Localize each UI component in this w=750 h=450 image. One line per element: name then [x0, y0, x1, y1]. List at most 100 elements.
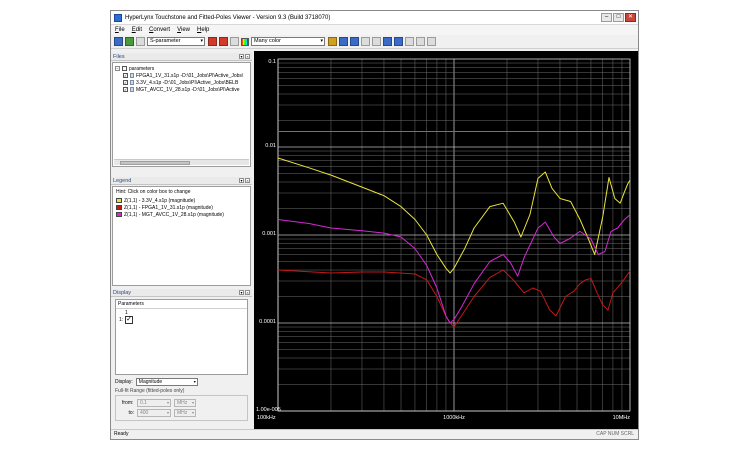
open-file-icon[interactable] — [114, 37, 123, 46]
uncheck-icon[interactable] — [230, 37, 239, 46]
from-value-input[interactable]: 0.1 ▾ — [137, 399, 171, 407]
menu-bar: File Edit Convert View Help — [111, 25, 638, 35]
y-tick-label: 0.001 — [262, 231, 276, 237]
tree-item[interactable]: ✓ FPGA1_1V_31.s1p -D:\01_Jobs\PI\Active_… — [115, 72, 248, 79]
x-tick-label: 1000kHz — [443, 415, 465, 421]
parameters-matrix: Parameters 1 1: ✓ — [115, 299, 248, 375]
menu-file[interactable]: File — [115, 27, 125, 33]
tree-item-label: MGT_AVCC_1V_28.s1p -D:\01_Jobs\PI\Active — [136, 86, 240, 93]
files-panel-title: Files — [113, 53, 125, 60]
print-icon[interactable] — [427, 37, 436, 46]
zoom-fit-icon[interactable] — [328, 37, 337, 46]
app-window: HyperLynx Touchstone and Fitted-Poles Vi… — [110, 10, 639, 440]
display-mode-label: Display: — [115, 379, 133, 385]
files-panel-header: Files ▾ × — [111, 53, 252, 61]
range-title: Full-fit Range (fitted-poles only) — [115, 388, 185, 394]
chart-options-icon[interactable] — [405, 37, 414, 46]
tree-checkbox[interactable]: ✓ — [123, 87, 128, 92]
to-value-input[interactable]: 400 ▾ — [137, 409, 171, 417]
tree-checkbox[interactable]: ✓ — [123, 73, 128, 78]
display-panel-title: Display — [113, 289, 132, 296]
legend-entry-label: Z(1,1) - 3.3V_4.s1p (magnitude) — [124, 197, 196, 204]
close-button[interactable]: ✕ — [625, 13, 636, 22]
copy-icon[interactable] — [416, 37, 425, 46]
files-horizontal-scrollbar[interactable] — [114, 159, 249, 165]
tree-item-label: FPGA1_1V_31.s1p -D:\01_Jobs\PI\Active_Jo… — [136, 72, 244, 79]
from-label: from: — [122, 400, 134, 406]
to-label: to: — [128, 410, 134, 416]
menu-help[interactable]: Help — [197, 27, 209, 33]
legend-entry: Z(1,1) - FPGA1_1V_31.s1p (magnitude) — [113, 204, 250, 211]
display-mode-row: Display: Magnitude ▾ — [111, 377, 252, 387]
panel-close-icon[interactable]: × — [245, 178, 250, 183]
save-icon[interactable] — [125, 37, 134, 46]
panel-close-icon[interactable]: × — [245, 290, 250, 295]
color-mode-select[interactable]: Many color ▾ — [251, 37, 325, 46]
panel-dropdown-icon[interactable]: ▾ — [239, 178, 244, 183]
maximize-button[interactable]: □ — [613, 13, 624, 22]
impedance-plot[interactable]: 0.1 0.01 0.001 0.0001 1.00e-005 100kHz 1000kHz… — [254, 51, 639, 429]
panel-dropdown-icon[interactable]: ▾ — [239, 54, 244, 59]
file-icon — [130, 73, 134, 78]
check-all-icon[interactable] — [219, 37, 228, 46]
files-tree: − parameters ✓ FPGA1_1V_31.s1p -D:\01_Jo… — [112, 62, 251, 167]
file-icon — [130, 87, 134, 92]
zoom-out-icon[interactable] — [350, 37, 359, 46]
window-title: HyperLynx Touchstone and Fitted-Poles Vi… — [125, 14, 331, 21]
pan-icon[interactable] — [361, 37, 370, 46]
legend-color-box[interactable] — [116, 198, 122, 203]
check-icon[interactable] — [208, 37, 217, 46]
display-panel: Display ▾ × Parameters 1 1: ✓ Display: Ma… — [111, 289, 252, 427]
legend-entry: Z(1,1) - 3.3V_4.s1p (magnitude) — [113, 197, 250, 204]
menu-view[interactable]: View — [177, 27, 190, 33]
legend-color-box[interactable] — [116, 205, 122, 210]
display-mode-select[interactable]: Magnitude ▾ — [135, 378, 198, 386]
legend-hint: Hint: Click on color box to change — [116, 189, 191, 195]
title-bar[interactable]: HyperLynx Touchstone and Fitted-Poles Vi… — [111, 11, 638, 25]
tree-root-label: parameters — [129, 65, 155, 72]
close-file-icon[interactable] — [136, 37, 145, 46]
menu-edit[interactable]: Edit — [132, 27, 142, 33]
files-panel: Files ▾ × − parameters ✓ FPGA1_1V_31.s1p … — [111, 53, 252, 178]
legend-entry-label: Z(1,1) - MGT_AVCC_1V_28.s1p (magnitude) — [124, 211, 224, 218]
from-unit-select[interactable]: MHz ▾ — [174, 399, 196, 407]
parameters-label: Parameters — [116, 300, 247, 309]
legend-color-box[interactable] — [116, 212, 122, 217]
plot-svg[interactable]: 0.1 0.01 0.001 0.0001 1.00e-005 100kHz 1000kHz… — [254, 51, 639, 429]
parameter-checkbox[interactable]: ✓ — [125, 316, 133, 324]
range-to-row: to: 400 ▾ MHz ▾ — [118, 408, 245, 418]
legend-entry-label: Z(1,1) - FPGA1_1V_31.s1p (magnitude) — [124, 204, 213, 211]
tree-checkbox[interactable] — [122, 66, 127, 71]
to-unit-select[interactable]: MHz ▾ — [174, 409, 196, 417]
range-group: from: 0.1 ▾ MHz ▾ to: 400 ▾ MHz ▾ — [115, 395, 248, 421]
collapse-icon[interactable]: − — [115, 66, 120, 71]
zoom-in-icon[interactable] — [339, 37, 348, 46]
tree-item[interactable]: ✓ 3.3V_4.s1p -D:\01_Jobs\PI\Active_Jobs\… — [115, 79, 248, 86]
legend-list: Hint: Click on color box to change Z(1,1… — [112, 186, 251, 286]
y-tick-label: 1.00e-005 — [256, 407, 281, 413]
menu-convert[interactable]: Convert — [149, 27, 170, 33]
range-from-row: from: 0.1 ▾ MHz ▾ — [118, 398, 245, 408]
panel-close-icon[interactable]: × — [245, 54, 250, 59]
marker-icon[interactable] — [383, 37, 392, 46]
scroll-thumb[interactable] — [120, 161, 190, 165]
tree-item-label: 3.3V_4.s1p -D:\01_Jobs\PI\Active_Jobs\BE… — [136, 79, 239, 86]
status-text: Ready — [114, 431, 129, 437]
panel-dropdown-icon[interactable]: ▾ — [239, 290, 244, 295]
toolbar: S-parameter ▾ Many color ▾ — [111, 35, 638, 49]
y-tick-label: 0.0001 — [259, 319, 276, 325]
y-tick-label: 0.01 — [265, 143, 276, 149]
legend-panel: Legend ▾ × Hint: Click on color box to ch… — [111, 177, 252, 289]
tree-item[interactable]: ✓ MGT_AVCC_1V_28.s1p -D:\01_Jobs\PI\Acti… — [115, 86, 248, 93]
tree-root[interactable]: − parameters — [115, 65, 248, 72]
legend-panel-header: Legend ▾ × — [111, 177, 252, 185]
grid-icon[interactable] — [372, 37, 381, 46]
x-tick-label: 10MHz — [613, 415, 631, 421]
parameter-type-select[interactable]: S-parameter ▾ — [147, 37, 205, 46]
status-indicators: CAP NUM SCRL — [596, 431, 634, 437]
color-palette-icon — [241, 37, 249, 46]
tree-checkbox[interactable]: ✓ — [123, 80, 128, 85]
minimize-button[interactable]: – — [601, 13, 612, 22]
x-tick-label: 100kHz — [257, 415, 276, 421]
curve-icon[interactable] — [394, 37, 403, 46]
